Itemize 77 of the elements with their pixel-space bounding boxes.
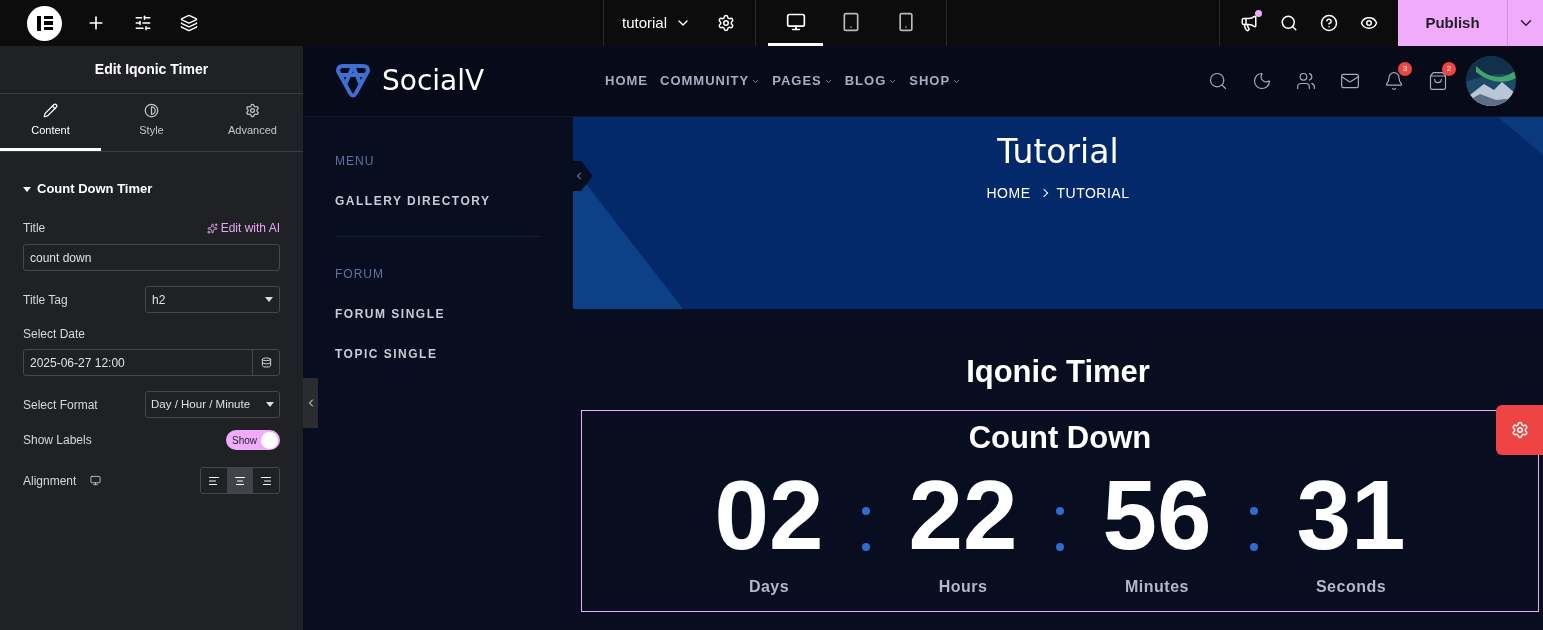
field-label: Title (23, 220, 46, 237)
sidebar-heading: MENU (335, 153, 376, 170)
date-value: 2025-06-27 12:00 (29, 354, 126, 372)
bell-icon[interactable] (1384, 71, 1404, 91)
sidebar-link[interactable]: TOPIC SINGLE (335, 345, 541, 363)
edit-with-ai-link[interactable]: Edit with AI (206, 219, 280, 237)
timer-unit-label: Hours (938, 577, 988, 597)
colon-separator-icon (1250, 507, 1258, 551)
sidebar-link[interactable]: FORUM SINGLE (335, 305, 541, 323)
timer-value: 02 (714, 463, 824, 567)
timer-title: Count Down (968, 418, 1152, 457)
help-icon[interactable] (1320, 14, 1338, 32)
bag-icon[interactable] (1428, 71, 1448, 91)
search-icon[interactable] (1280, 14, 1298, 32)
desktop-icon (90, 475, 102, 486)
sidebar-link[interactable]: GALLERY DIRECTORY (335, 192, 541, 210)
nav-link[interactable]: PAGES (772, 71, 833, 91)
count-badge: 2 (1442, 62, 1456, 76)
page-dropdown[interactable]: tutorial (622, 11, 692, 35)
nav-link[interactable]: BLOG (844, 71, 898, 91)
timer-value: 31 (1296, 463, 1406, 567)
format-select[interactable]: Day / Hour / Minute (145, 391, 280, 418)
colon-separator-icon (1056, 507, 1064, 551)
date-field[interactable]: 2025-06-27 12:00 (23, 349, 280, 376)
preview-eye-icon[interactable] (1360, 14, 1378, 32)
alignment-option[interactable] (227, 468, 253, 493)
title-field[interactable]: count down (23, 244, 280, 271)
field-label: Alignment (23, 472, 77, 490)
logo-icon (334, 63, 372, 99)
widget-settings-button[interactable] (1496, 405, 1543, 455)
settings-icon (1510, 421, 1529, 439)
mail-icon[interactable] (1340, 71, 1360, 91)
nav-link[interactable]: SHOP (909, 71, 962, 91)
title-tag-select[interactable]: h2 (145, 286, 280, 313)
timer-unit-label: Seconds (1315, 577, 1387, 597)
hero-title: Tutorial (997, 131, 1119, 173)
dropdown-caret-icon (266, 402, 274, 407)
timer-unit-label: Minutes (1125, 577, 1189, 597)
show-labels-toggle[interactable]: Show (226, 430, 280, 450)
breadcrumb-link[interactable]: TUTORIAL (1056, 182, 1130, 204)
pencil-icon (43, 103, 58, 119)
panel-tab[interactable]: Content (0, 94, 101, 151)
caret-icon (23, 186, 31, 192)
breadcrumb-link[interactable]: HOME (986, 182, 1031, 204)
align-center-icon (234, 474, 246, 487)
sidebar-heading: FORUM (335, 266, 385, 283)
field-label: Show Labels (23, 432, 92, 449)
nav-link[interactable]: COMMUNITY (660, 71, 761, 91)
section-header[interactable]: Count Down Timer (23, 179, 280, 199)
field-label: Select Format (23, 396, 98, 414)
field-label: Title Tag (23, 291, 68, 309)
align-left-icon (208, 474, 220, 487)
timer-widget-frame[interactable]: Count Down 02 Days 22 Hours 56 Minutes 31 Seconds (581, 409, 1539, 612)
timer-value: 22 (908, 463, 1018, 567)
dropdown-caret-icon (265, 297, 273, 302)
desktop-icon (785, 11, 806, 32)
align-right-icon (260, 474, 272, 487)
timer-value: 56 (1102, 463, 1212, 567)
tablet-icon (841, 11, 861, 32)
publish-button[interactable]: Publish (1398, 0, 1507, 46)
field-label: Select Date (23, 326, 86, 343)
timer-unit-label: Days (748, 577, 790, 597)
search-icon[interactable] (1208, 71, 1228, 91)
colon-separator-icon (862, 507, 870, 551)
half-circle-icon (144, 103, 159, 119)
widget-heading: Iqonic Timer (966, 353, 1150, 391)
elementor-logo-icon[interactable] (27, 5, 62, 41)
panel-title: Edit Iqonic Timer (94, 60, 209, 79)
count-badge: 3 (1398, 62, 1412, 76)
sparkle-icon (206, 222, 218, 234)
moon-icon[interactable] (1252, 71, 1272, 91)
site-logo-text: SocialV (382, 63, 485, 99)
panel-tab[interactable]: Style (101, 94, 202, 151)
settings-icon (245, 103, 260, 119)
panel-tab[interactable]: Advanced (202, 94, 303, 151)
nav-link[interactable]: HOME (605, 71, 648, 91)
users-icon[interactable] (1296, 71, 1316, 91)
